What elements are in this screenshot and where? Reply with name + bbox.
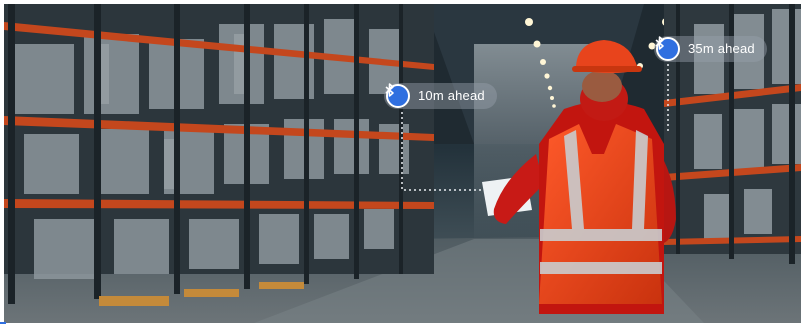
beacon-far-label: 35m ahead (688, 41, 755, 56)
beacon-near-label: 10m ahead (418, 88, 485, 103)
warehouse-photo: 10m ahead 35m ahead (4, 4, 801, 323)
beacon-far: 35m ahead (654, 36, 767, 62)
bluetooth-icon (385, 83, 410, 108)
beacon-near: 10m ahead (384, 83, 497, 109)
edge-marker (0, 322, 6, 324)
bluetooth-icon (655, 36, 680, 61)
